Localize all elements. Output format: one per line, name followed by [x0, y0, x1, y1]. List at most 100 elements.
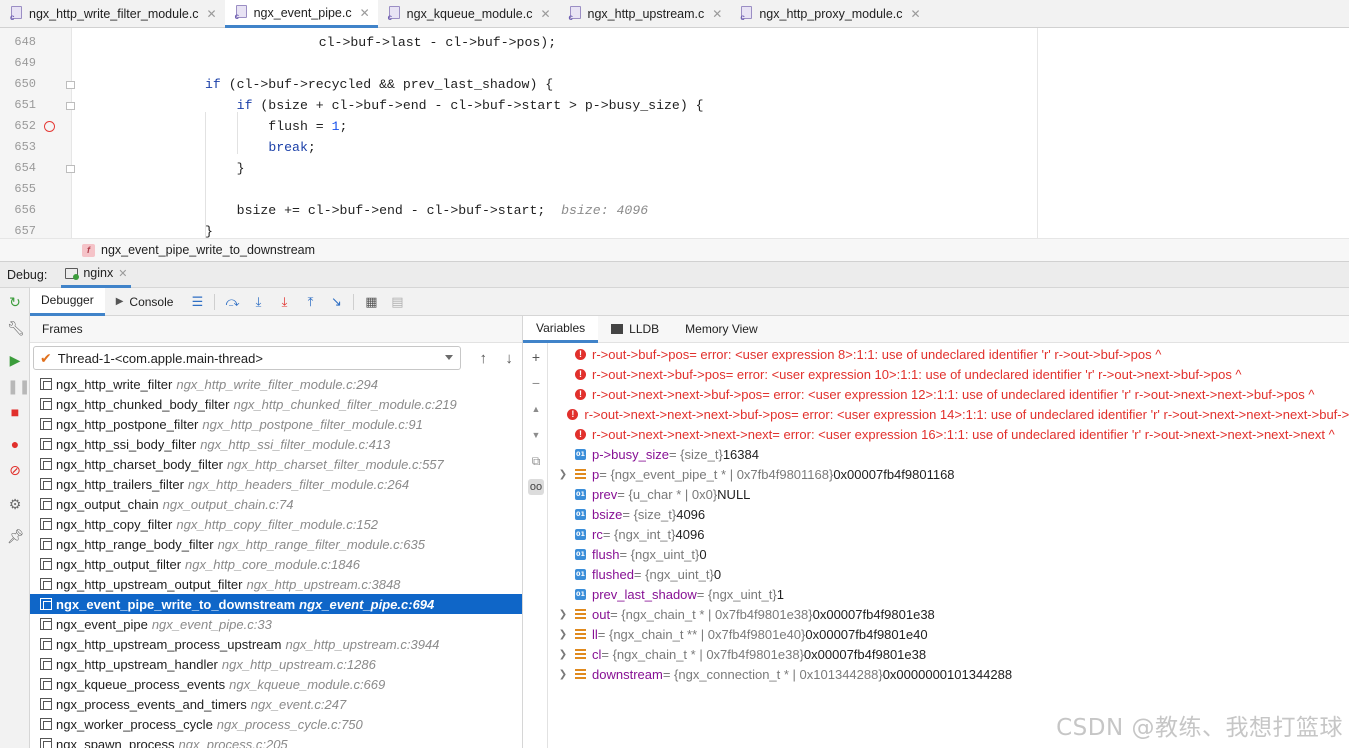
stack-frame[interactable]: ngx_http_output_filter ngx_http_core_modu…: [30, 554, 522, 574]
line-number[interactable]: 649: [0, 53, 36, 74]
line-number[interactable]: 653: [0, 137, 36, 158]
variable-row[interactable]: ❯ out = {ngx_chain_t * | 0x7fb4f9801e38} …: [549, 604, 1349, 624]
variable-row[interactable]: ❯01flush = {ngx_uint_t} 0: [549, 544, 1349, 564]
stack-frame[interactable]: ngx_spawn_process ngx_process.c:205: [30, 734, 522, 748]
thread-selector[interactable]: ✔ Thread-1-<com.apple.main-thread>: [33, 346, 462, 370]
code-line[interactable]: 657}: [0, 221, 1349, 238]
code-line[interactable]: 653 break;: [0, 137, 1349, 158]
tab-debugger[interactable]: Debugger: [30, 287, 105, 316]
close-icon[interactable]: ✕: [540, 7, 550, 21]
fold-marker-icon[interactable]: [66, 102, 75, 110]
move-down-icon[interactable]: ▼: [528, 427, 544, 443]
trace-icon[interactable]: ▤: [384, 291, 410, 313]
debug-session-tab[interactable]: nginx ✕: [61, 261, 132, 288]
glasses-icon[interactable]: oo: [528, 479, 544, 495]
remove-watch-icon[interactable]: −: [528, 375, 544, 391]
close-icon[interactable]: ✕: [712, 7, 722, 21]
view-breakpoints-icon[interactable]: ●: [7, 436, 23, 452]
watch-error-row[interactable]: ❯!r->out->next->next->next->next = error…: [549, 424, 1349, 444]
force-step-into-icon[interactable]: ⤓: [271, 291, 297, 313]
watch-error-row[interactable]: ❯!r->out->next->next->next->buf->pos = e…: [549, 404, 1349, 424]
editor-tab[interactable]: c ngx_http_upstream.c ✕: [559, 0, 731, 28]
pause-icon[interactable]: ❚❚: [7, 378, 30, 394]
code-line[interactable]: 656 bsize += cl->buf->end - cl->buf->sta…: [0, 200, 1349, 221]
mute-breakpoints-icon[interactable]: ⊘: [7, 462, 23, 478]
code-line[interactable]: 652 flush = 1;: [0, 116, 1349, 137]
add-watch-icon[interactable]: +: [528, 349, 544, 365]
stack-frame[interactable]: ngx_http_upstream_process_upstream ngx_ht…: [30, 634, 522, 654]
line-number[interactable]: 654: [0, 158, 36, 179]
step-out-icon[interactable]: ⤒: [297, 291, 323, 313]
editor-tab[interactable]: c ngx_http_proxy_module.c ✕: [730, 0, 928, 28]
variable-row[interactable]: ❯ cl = {ngx_chain_t * | 0x7fb4f9801e38} 0…: [549, 644, 1349, 664]
watch-error-row[interactable]: ❯!r->out->buf->pos = error: <user expres…: [549, 344, 1349, 364]
line-number[interactable]: 650: [0, 74, 36, 95]
editor-tab[interactable]: c ngx_kqueue_module.c ✕: [378, 0, 559, 28]
arrow-up-icon[interactable]: ↑: [470, 350, 496, 367]
stack-frame[interactable]: ngx_http_postpone_filter ngx_http_postpon…: [30, 414, 522, 434]
stack-frame[interactable]: ngx_http_chunked_body_filter ngx_http_chu…: [30, 394, 522, 414]
breadcrumb-function[interactable]: ngx_event_pipe_write_to_downstream: [101, 243, 315, 257]
tab-console[interactable]: ▶ Console: [105, 288, 185, 316]
breadcrumb[interactable]: f ngx_event_pipe_write_to_downstream: [0, 238, 1349, 261]
stop-icon[interactable]: ■: [7, 404, 23, 420]
variable-row[interactable]: ❯01flushed = {ngx_uint_t} 0: [549, 564, 1349, 584]
stack-frame[interactable]: ngx_http_upstream_output_filter ngx_http_…: [30, 574, 522, 594]
chevron-right-icon[interactable]: ❯: [555, 669, 571, 680]
watch-error-row[interactable]: ❯!r->out->next->next->buf->pos = error: …: [549, 384, 1349, 404]
rerun-icon[interactable]: ↻: [7, 294, 23, 310]
close-icon[interactable]: ✕: [207, 7, 217, 21]
move-up-icon[interactable]: ▲: [528, 401, 544, 417]
wrench-icon[interactable]: 🔧︎: [7, 320, 25, 336]
chevron-right-icon[interactable]: ❯: [555, 629, 571, 640]
tab-lldb[interactable]: LLDB: [598, 316, 672, 343]
stack-frame[interactable]: ngx_event_pipe_write_to_downstream ngx_ev…: [30, 594, 522, 614]
line-number[interactable]: 651: [0, 95, 36, 116]
layout-menu-icon[interactable]: ☰: [184, 291, 210, 313]
close-icon[interactable]: ✕: [360, 6, 370, 20]
arrow-down-icon[interactable]: ↓: [496, 350, 522, 367]
fold-marker-icon[interactable]: [66, 81, 75, 89]
stack-frame[interactable]: ngx_http_upstream_handler ngx_http_upstre…: [30, 654, 522, 674]
stack-frame[interactable]: ngx_http_copy_filter ngx_http_copy_filter…: [30, 514, 522, 534]
line-number[interactable]: 656: [0, 200, 36, 221]
evaluate-expression-icon[interactable]: ▦: [358, 291, 384, 313]
editor-tab[interactable]: c ngx_http_write_filter_module.c ✕: [0, 0, 225, 28]
stack-frame[interactable]: ngx_process_events_and_timers ngx_event.c…: [30, 694, 522, 714]
stack-frame[interactable]: ngx_worker_process_cycle ngx_process_cycl…: [30, 714, 522, 734]
step-into-icon[interactable]: ⤓: [245, 291, 271, 313]
line-number[interactable]: 652: [0, 116, 36, 137]
pin-icon[interactable]: 📌︎: [7, 528, 25, 544]
step-over-icon[interactable]: ⤼: [219, 291, 245, 313]
stack-frame[interactable]: ngx_http_charset_body_filter ngx_http_cha…: [30, 454, 522, 474]
stack-frame[interactable]: ngx_kqueue_process_events ngx_kqueue_modu…: [30, 674, 522, 694]
line-number[interactable]: 655: [0, 179, 36, 200]
editor-tab[interactable]: c ngx_event_pipe.c ✕: [224, 0, 378, 28]
close-icon[interactable]: ✕: [911, 7, 921, 21]
stack-frame[interactable]: ngx_event_pipe ngx_event_pipe.c:33: [30, 614, 522, 634]
breakpoint-icon[interactable]: [44, 121, 55, 132]
close-icon[interactable]: ✕: [118, 267, 127, 280]
tab-memory-view[interactable]: Memory View: [672, 316, 770, 343]
code-line[interactable]: 649: [0, 53, 1349, 74]
code-line[interactable]: 655: [0, 179, 1349, 200]
variable-row[interactable]: ❯01bsize = {size_t} 4096: [549, 504, 1349, 524]
variable-row[interactable]: ❯01prev_last_shadow = {ngx_uint_t} 1: [549, 584, 1349, 604]
stack-frame[interactable]: ngx_http_write_filter ngx_http_write_filt…: [30, 374, 522, 394]
code-line[interactable]: 651 if (bsize + cl->buf->end - cl->buf->…: [0, 95, 1349, 116]
watch-error-row[interactable]: ❯!r->out->next->buf->pos = error: <user …: [549, 364, 1349, 384]
line-number[interactable]: 648: [0, 32, 36, 53]
chevron-right-icon[interactable]: ❯: [555, 649, 571, 660]
code-line[interactable]: 650 if (cl->buf->recycled && prev_last_sh…: [0, 74, 1349, 95]
line-number[interactable]: 657: [0, 221, 36, 238]
code-editor[interactable]: 648 cl->buf->last - cl->buf->pos); 649 650…: [0, 28, 1349, 238]
chevron-right-icon[interactable]: ❯: [555, 469, 571, 480]
variable-row[interactable]: ❯01prev = {u_char * | 0x0} NULL: [549, 484, 1349, 504]
code-line[interactable]: 648 cl->buf->last - cl->buf->pos);: [0, 32, 1349, 53]
variable-row[interactable]: ❯01p->busy_size = {size_t} 16384: [549, 444, 1349, 464]
chevron-right-icon[interactable]: ❯: [555, 609, 571, 620]
fold-marker-icon[interactable]: [66, 165, 75, 173]
tab-variables[interactable]: Variables: [523, 315, 599, 343]
variable-row[interactable]: ❯ ll = {ngx_chain_t ** | 0x7fb4f9801e40} …: [549, 624, 1349, 644]
run-to-cursor-icon[interactable]: ↘: [323, 291, 349, 313]
